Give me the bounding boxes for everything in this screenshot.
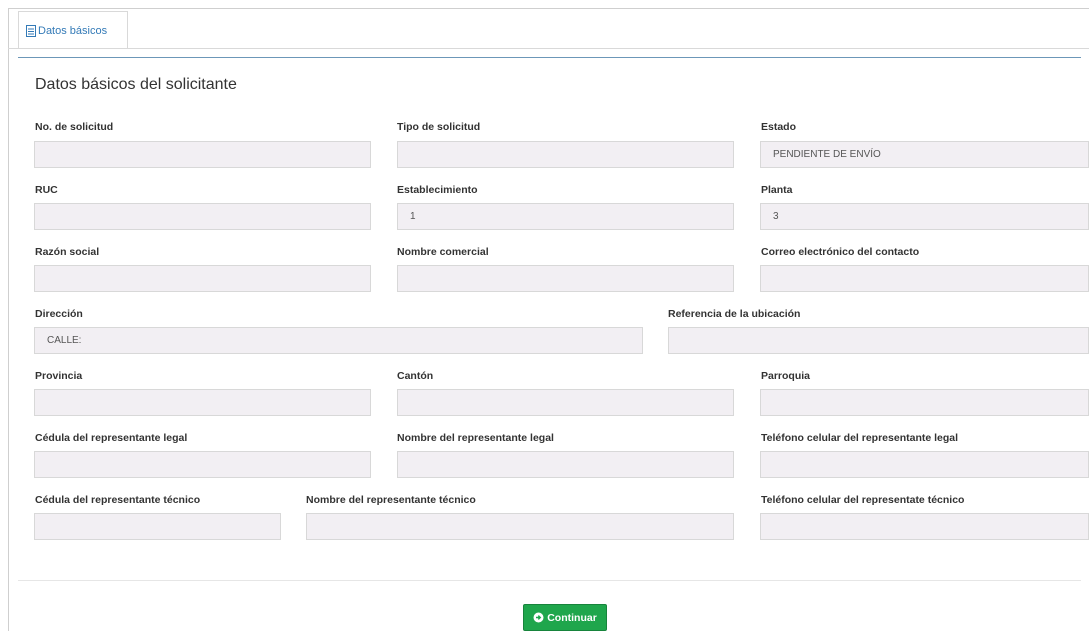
label-nombre-rep-tecnico: Nombre del representante técnico <box>306 494 476 506</box>
label-nombre-rep-legal: Nombre del representante legal <box>397 432 554 444</box>
cedula-rep-tecnico-field[interactable] <box>34 513 281 540</box>
telefono-rep-tecnico-field[interactable] <box>760 513 1089 540</box>
label-nombre-comercial: Nombre comercial <box>397 246 489 258</box>
no-solicitud-field[interactable] <box>34 141 371 168</box>
label-cedula-rep-tecnico: Cédula del representante técnico <box>35 494 201 506</box>
label-provincia: Provincia <box>35 370 83 382</box>
tab-label: Datos básicos <box>38 24 108 37</box>
telefono-rep-legal-field[interactable] <box>760 451 1089 478</box>
label-ruc: RUC <box>35 184 58 196</box>
razon-social-field[interactable] <box>34 265 371 292</box>
parroquia-field[interactable] <box>760 389 1089 416</box>
nombre-rep-tecnico-field[interactable] <box>306 513 734 540</box>
label-telefono-rep-tecnico: Teléfono celular del representate técnic… <box>761 494 965 506</box>
continuar-button[interactable]: Continuar <box>523 604 607 631</box>
panel-divider <box>18 580 1081 581</box>
label-parroquia: Parroquia <box>761 370 811 382</box>
label-cedula-rep-legal: Cédula del representante legal <box>35 432 188 444</box>
tab-datos-basicos[interactable]: Datos básicos <box>18 11 128 49</box>
provincia-field[interactable] <box>34 389 371 416</box>
tab-divider <box>8 48 1089 49</box>
label-telefono-rep-legal: Teléfono celular del representante legal <box>761 432 959 444</box>
label-planta: Planta <box>761 184 793 196</box>
continuar-label: Continuar <box>547 611 597 624</box>
label-tipo-solicitud: Tipo de solicitud <box>397 121 481 133</box>
establecimiento-field[interactable]: 1 <box>397 203 734 230</box>
label-referencia-ubicacion: Referencia de la ubicación <box>668 308 801 320</box>
estado-field[interactable]: PENDIENTE DE ENVÍO <box>760 141 1089 168</box>
ruc-field[interactable] <box>34 203 371 230</box>
section-title: Datos básicos del solicitante <box>35 76 237 93</box>
canton-field[interactable] <box>397 389 734 416</box>
label-direccion: Dirección <box>35 308 83 320</box>
label-establecimiento: Establecimiento <box>397 184 478 196</box>
tipo-solicitud-field[interactable] <box>397 141 734 168</box>
nombre-rep-legal-field[interactable] <box>397 451 734 478</box>
planta-field[interactable]: 3 <box>760 203 1089 230</box>
correo-contacto-field[interactable] <box>760 265 1089 292</box>
nombre-comercial-field[interactable] <box>397 265 734 292</box>
label-no-solicitud: No. de solicitud <box>35 121 114 133</box>
label-estado: Estado <box>761 121 797 133</box>
label-canton: Cantón <box>397 370 434 382</box>
label-razon-social: Razón social <box>35 246 100 258</box>
referencia-ubicacion-field[interactable] <box>668 327 1089 354</box>
document-icon <box>26 24 36 37</box>
direccion-field[interactable]: CALLE: <box>34 327 643 354</box>
arrow-circle-right-icon <box>533 612 544 623</box>
cedula-rep-legal-field[interactable] <box>34 451 371 478</box>
label-correo-contacto: Correo electrónico del contacto <box>761 246 920 258</box>
